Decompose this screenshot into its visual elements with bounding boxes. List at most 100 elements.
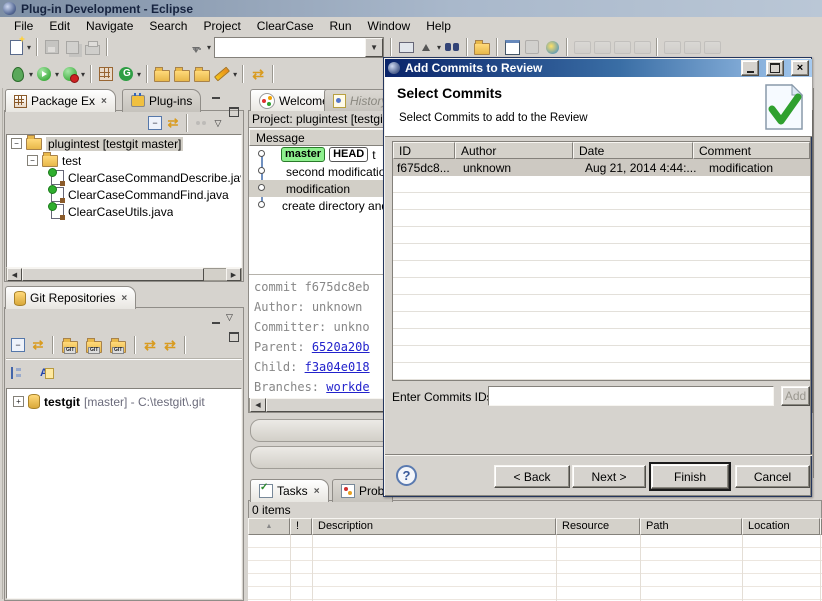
tasks-path-column-header[interactable]: Path	[640, 518, 742, 535]
commits-id-input[interactable]	[488, 386, 774, 406]
tree-row-file2[interactable]: ClearCaseCommandFind.java	[7, 186, 241, 203]
create-repository-button[interactable]	[106, 335, 130, 355]
close-icon[interactable]: ×	[101, 96, 107, 107]
tree-row-file1[interactable]: ClearCaseCommandDescribe.jav	[7, 169, 241, 186]
tree-row-plugintest[interactable]: − plugintest [testgit master]	[7, 135, 241, 152]
coverage-button[interactable]	[60, 64, 80, 84]
view-menu-button[interactable]: ▽	[210, 113, 226, 133]
tree-row-testgit[interactable]: + testgit [master] - C:\testgit\.git	[7, 393, 241, 410]
git-collapse-all-button[interactable]: −	[8, 335, 28, 355]
tree-row-test[interactable]: − test	[7, 152, 241, 169]
fetch-push-button[interactable]: ⇄	[160, 335, 180, 355]
clearcase-button-4[interactable]	[632, 37, 652, 57]
author-column-header[interactable]: Author	[455, 142, 573, 159]
install-caret-icon[interactable]: ▾	[207, 43, 211, 52]
new-wizard-button[interactable]	[6, 37, 26, 57]
commit-row-1[interactable]: master HEAD t	[281, 146, 376, 163]
save-all-button[interactable]	[62, 37, 82, 57]
java-element-button[interactable]	[522, 37, 542, 57]
clearcase-button-2[interactable]	[592, 37, 612, 57]
hierarchy-layout-button[interactable]	[8, 363, 28, 383]
open-resource-button[interactable]	[472, 37, 492, 57]
filters-button[interactable]	[192, 113, 210, 133]
scroll-right-button[interactable]: ▶	[226, 268, 241, 281]
menu-search[interactable]: Search	[141, 18, 195, 34]
expand-toggle-icon[interactable]: +	[13, 396, 24, 407]
tab-plugins[interactable]: Plug-ins	[122, 89, 201, 112]
scrollbar-thumb[interactable]	[22, 268, 204, 281]
finish-button[interactable]: Finish	[651, 464, 729, 489]
menu-run[interactable]: Run	[322, 18, 360, 34]
tasks-priority-column-header[interactable]: !	[290, 518, 312, 535]
coverage-caret-icon[interactable]: ▾	[81, 70, 85, 79]
close-icon[interactable]: ×	[121, 293, 127, 304]
maximize-view-button[interactable]	[226, 105, 242, 119]
junit-button[interactable]	[96, 64, 116, 84]
help-button[interactable]: ?	[396, 465, 417, 486]
debug-button[interactable]	[8, 64, 28, 84]
open-plugin-button[interactable]	[192, 64, 212, 84]
package-explorer-hscrollbar[interactable]: ◀ ▶	[6, 268, 242, 281]
open-type-button[interactable]	[152, 64, 172, 84]
dialog-close-button[interactable]: ×	[791, 60, 809, 76]
comment-column-header[interactable]: Comment	[693, 142, 810, 159]
view-menu-button[interactable]: ▽	[226, 312, 233, 323]
menu-navigate[interactable]: Navigate	[78, 18, 141, 34]
maximize-view-button[interactable]	[226, 330, 242, 344]
clearcase-button-7[interactable]	[702, 37, 722, 57]
combo-dropdown-button[interactable]: ▼	[365, 38, 383, 57]
open-resource-button-2[interactable]	[172, 64, 192, 84]
clearcase-button-3[interactable]	[612, 37, 632, 57]
tab-package-explorer[interactable]: Package Ex ×	[5, 89, 116, 112]
sort-alphabetical-button[interactable]: A	[34, 363, 54, 383]
commit-table-row[interactable]: f675dc8... unknown Aug 21, 2014 4:44:...…	[393, 159, 810, 176]
tasks-location-column-header[interactable]: Location	[742, 518, 820, 535]
back-button[interactable]: < Back	[494, 465, 570, 488]
commit-row-2[interactable]: second modification	[286, 163, 392, 180]
menu-clearcase[interactable]: ClearCase	[249, 18, 322, 34]
new-window-button[interactable]	[502, 37, 522, 57]
scrollbar-thumb[interactable]	[266, 398, 388, 412]
child-commit-link[interactable]: f3a04e018	[305, 360, 370, 374]
menu-window[interactable]: Window	[360, 18, 419, 34]
new-extension-button[interactable]	[542, 37, 562, 57]
cancel-button[interactable]: Cancel	[735, 465, 810, 488]
refresh-button[interactable]: ⇄	[140, 335, 160, 355]
clearcase-button-1[interactable]	[572, 37, 592, 57]
tree-row-file3[interactable]: ClearCaseUtils.java	[7, 203, 241, 220]
tasks-description-column-header[interactable]: Description	[312, 518, 556, 535]
git-link-button[interactable]: ⇄	[28, 335, 48, 355]
menu-help[interactable]: Help	[418, 18, 459, 34]
tab-tasks[interactable]: Tasks ×	[250, 479, 329, 502]
toolbar-combo[interactable]: ▼	[214, 37, 384, 58]
gwt-compile-button[interactable]	[116, 64, 136, 84]
scroll-left-button[interactable]: ◀	[7, 268, 22, 281]
next-button[interactable]: Next >	[572, 465, 646, 488]
clearcase-button-6[interactable]	[682, 37, 702, 57]
menu-file[interactable]: File	[6, 18, 41, 34]
navigate-up-button[interactable]	[416, 37, 436, 57]
team-button[interactable]	[396, 37, 416, 57]
dialog-maximize-button[interactable]	[766, 60, 784, 76]
tasks-sort-column-header[interactable]: ▲	[248, 518, 290, 535]
debug-caret-icon[interactable]: ▾	[29, 70, 33, 79]
minimize-view-button[interactable]	[208, 91, 224, 105]
new-wizard-caret-icon[interactable]: ▾	[27, 43, 31, 52]
collapse-toggle-icon[interactable]: −	[27, 155, 38, 166]
scroll-left-button[interactable]: ◀	[250, 398, 266, 412]
id-column-header[interactable]: ID	[393, 142, 455, 159]
clearcase-button-5[interactable]	[662, 37, 682, 57]
search-button[interactable]	[442, 37, 462, 57]
synchronize-button[interactable]: ⇄	[248, 64, 268, 84]
tasks-resource-column-header[interactable]: Resource	[556, 518, 640, 535]
print-button[interactable]	[82, 37, 102, 57]
gwt-caret-icon[interactable]: ▾	[137, 70, 141, 79]
parent-commit-link[interactable]: 6520a20b	[312, 340, 370, 354]
add-button[interactable]: Add	[781, 386, 810, 406]
dialog-minimize-button[interactable]	[741, 60, 759, 76]
save-button[interactable]	[42, 37, 62, 57]
menu-project[interactable]: Project	[195, 18, 248, 34]
search-caret-icon[interactable]: ▾	[233, 70, 237, 79]
add-repository-button[interactable]	[58, 335, 82, 355]
dialog-titlebar[interactable]: Add Commits to Review ×	[385, 59, 812, 77]
